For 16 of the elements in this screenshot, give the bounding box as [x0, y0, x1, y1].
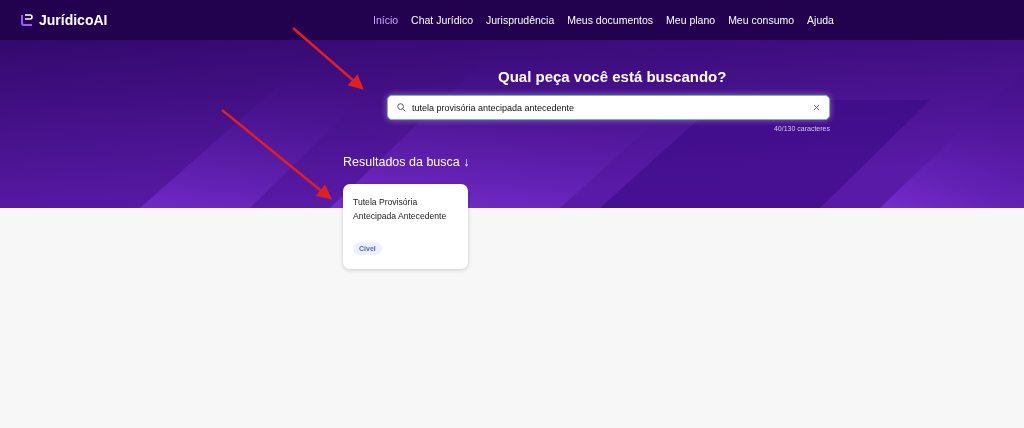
results-heading: Resultados da busca ↓ [343, 155, 470, 169]
search-field[interactable]: tutela provisória antecipada antecedente [387, 95, 830, 120]
nav-link[interactable]: Meu consumo [728, 14, 795, 26]
logo-icon [20, 14, 34, 26]
nav-link[interactable]: Meus documentos [567, 14, 654, 26]
search-icon [397, 103, 406, 112]
close-icon[interactable] [813, 104, 820, 111]
brand-name: JurídicoAI [39, 12, 108, 28]
annotation-arrow [292, 27, 364, 90]
nav-link[interactable]: Ajuda [807, 14, 834, 26]
nav-link[interactable]: Chat Jurídico [411, 14, 473, 26]
nav-link[interactable]: Jurisprudência [486, 14, 555, 26]
nav-link[interactable]: Início [373, 14, 399, 26]
hero-title: Qual peça você está buscando? [498, 68, 727, 85]
card-title: Tutela Provisória Antecipada Antecedente [353, 196, 448, 223]
nav-link[interactable]: Meu plano [666, 14, 716, 26]
